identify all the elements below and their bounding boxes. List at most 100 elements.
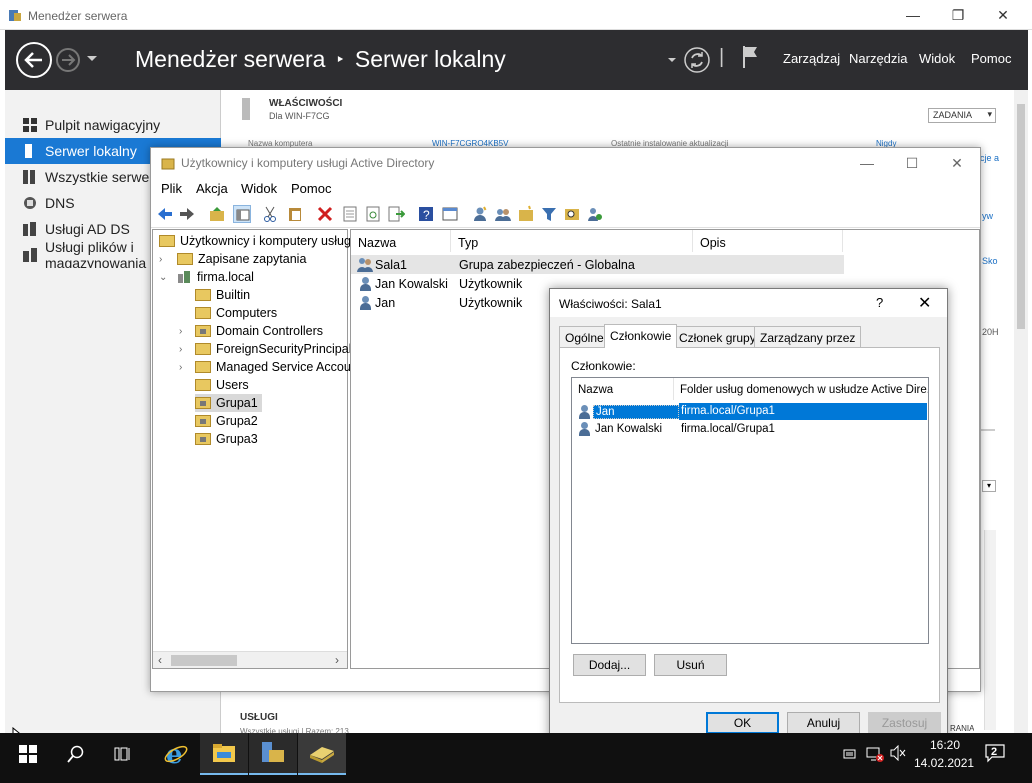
- ad-menu-widok[interactable]: Widok: [241, 181, 277, 196]
- dialog-help-button[interactable]: ?: [876, 295, 883, 310]
- tasks-button[interactable]: ZADANIA ▾: [928, 108, 996, 123]
- cut-icon[interactable]: [261, 205, 279, 223]
- tree-hscrollbar[interactable]: ‹ ›: [153, 651, 347, 668]
- tree-item-builtin[interactable]: Builtin: [195, 286, 250, 304]
- member-row[interactable]: Jan firma.local/Grupa1: [578, 403, 927, 420]
- tab-czlonkowie[interactable]: Członkowie: [604, 324, 678, 348]
- list-row[interactable]: Sala1 Grupa zabezpieczeń - Globalna: [351, 255, 844, 274]
- add-button[interactable]: Dodaj...: [573, 654, 646, 676]
- new-ou-icon[interactable]: [517, 205, 535, 223]
- console-tree-icon[interactable]: [233, 205, 251, 223]
- members-column-name[interactable]: Nazwa: [572, 378, 674, 400]
- tree-item-saved-queries[interactable]: › Zapisane zapytania: [159, 250, 306, 268]
- tree-item-grupa2[interactable]: Grupa2: [195, 412, 258, 430]
- collapse-chevron-icon[interactable]: ⌄: [159, 272, 167, 283]
- start-button[interactable]: [4, 733, 52, 775]
- refresh-icon[interactable]: [683, 46, 711, 74]
- column-header-nazwa[interactable]: Nazwa: [351, 230, 451, 252]
- forward-arrow-icon[interactable]: [55, 47, 81, 73]
- clock-date[interactable]: 14.02.2021: [914, 756, 974, 770]
- scroll-left-icon[interactable]: ‹: [158, 653, 162, 667]
- tab-zarzadzany-przez[interactable]: Zarządzany przez: [754, 326, 862, 347]
- menu-widok[interactable]: Widok: [919, 51, 955, 66]
- volume-muted-icon[interactable]: [889, 745, 907, 761]
- ad-menu-pomoc[interactable]: Pomoc: [291, 181, 331, 196]
- tree-item-foreign-security[interactable]: › ForeignSecurityPrincipals: [179, 340, 358, 358]
- column-header-typ[interactable]: Typ: [451, 230, 693, 252]
- taskbar-file-explorer[interactable]: [200, 733, 248, 775]
- expand-chevron-icon[interactable]: ›: [179, 344, 182, 355]
- refresh-list-icon[interactable]: [364, 205, 382, 223]
- find-icon[interactable]: [563, 205, 581, 223]
- new-user-icon[interactable]: [471, 205, 489, 223]
- network-warning-icon[interactable]: [866, 746, 884, 762]
- console-icon[interactable]: [441, 205, 459, 223]
- filter-icon[interactable]: [540, 205, 558, 223]
- back-arrow-icon[interactable]: [15, 41, 53, 79]
- folder-icon: [195, 379, 211, 391]
- expand-chevron-icon[interactable]: ›: [159, 254, 162, 265]
- minimize-button[interactable]: —: [890, 0, 936, 30]
- tab-ogolne[interactable]: Ogólne: [559, 326, 610, 347]
- member-row[interactable]: Jan Kowalski firma.local/Grupa1: [578, 420, 927, 437]
- delete-icon[interactable]: [316, 205, 334, 223]
- remove-button[interactable]: Usuń: [654, 654, 727, 676]
- cancel-button[interactable]: Anuluj: [787, 712, 860, 734]
- ad-menu-akcja[interactable]: Akcja: [196, 181, 228, 196]
- notifications-flag-icon[interactable]: [740, 44, 762, 70]
- menu-narzedzia[interactable]: Narzędzia: [849, 51, 908, 66]
- new-group-icon[interactable]: [494, 205, 512, 223]
- ok-button[interactable]: OK: [706, 712, 779, 734]
- clock-time[interactable]: 16:20: [930, 738, 960, 752]
- expand-chevron-icon[interactable]: ›: [179, 362, 182, 373]
- ad-maximize-button[interactable]: ☐: [889, 148, 935, 178]
- tree-item-grupa3[interactable]: Grupa3: [195, 430, 258, 448]
- taskbar-server-manager[interactable]: [249, 733, 297, 775]
- ad-minimize-button[interactable]: —: [844, 148, 890, 178]
- properties-icon[interactable]: [341, 205, 359, 223]
- search-icon: [67, 745, 84, 763]
- apply-button[interactable]: Zastosuj: [868, 712, 941, 734]
- network-adapter-icon[interactable]: [843, 746, 859, 760]
- menu-zarzadzaj[interactable]: Zarządzaj: [783, 51, 840, 66]
- up-folder-icon[interactable]: [208, 205, 226, 223]
- column-header-opis[interactable]: Opis: [693, 230, 843, 252]
- breadcrumb-dropdown-icon[interactable]: [667, 57, 677, 64]
- tree-item-domain-controllers[interactable]: › Domain Controllers: [179, 322, 323, 340]
- main-scrollbar[interactable]: [1014, 90, 1028, 733]
- ad-close-button[interactable]: ✕: [934, 148, 980, 178]
- inner-scrollbar[interactable]: [984, 530, 996, 730]
- scroll-right-icon[interactable]: ›: [335, 653, 339, 667]
- nav-pulpit-nawigacyjny[interactable]: Pulpit nawigacyjny: [5, 112, 221, 138]
- menu-pomoc[interactable]: Pomoc: [971, 51, 1011, 66]
- properties-subtitle: Dla WIN-F7CG: [269, 111, 330, 121]
- action-center-button[interactable]: 2: [984, 743, 1008, 765]
- dialog-close-button[interactable]: ✕: [918, 293, 931, 313]
- members-column-folder[interactable]: Folder usług domenowych w usłudze Active…: [674, 378, 928, 400]
- export-list-icon[interactable]: [387, 205, 405, 223]
- breadcrumb-root[interactable]: Menedżer serwera: [135, 46, 325, 73]
- add-to-group-icon[interactable]: [586, 205, 604, 223]
- tree-item-managed-service[interactable]: › Managed Service Accounts: [179, 358, 367, 376]
- taskbar-ad-users[interactable]: [298, 733, 346, 775]
- tree-item-grupa1[interactable]: Grupa1: [195, 394, 262, 412]
- history-dropdown-icon[interactable]: [86, 55, 98, 63]
- restore-button[interactable]: ❐: [935, 0, 981, 30]
- tree-item-domain[interactable]: ⌄ firma.local: [159, 268, 254, 286]
- back-icon[interactable]: [156, 205, 174, 223]
- tab-czlonek-grupy[interactable]: Członek grupy: [673, 326, 762, 347]
- scroll-thumb[interactable]: [171, 655, 237, 666]
- tree-item-computers[interactable]: Computers: [195, 304, 277, 322]
- expand-chevron-icon[interactable]: ›: [179, 326, 182, 337]
- help-icon[interactable]: ?: [417, 205, 435, 223]
- tree-item-users[interactable]: Users: [195, 376, 249, 394]
- panel-dropdown-icon[interactable]: ▾: [982, 480, 996, 492]
- member-folder: firma.local/Grupa1: [679, 403, 927, 420]
- ad-menu-plik[interactable]: Plik: [161, 181, 182, 196]
- forward-icon[interactable]: [178, 205, 196, 223]
- close-button[interactable]: ✕: [980, 0, 1026, 30]
- paste-icon[interactable]: [286, 205, 304, 223]
- search-button[interactable]: [52, 733, 100, 775]
- taskbar-ie[interactable]: e: [152, 733, 200, 775]
- task-view-button[interactable]: [100, 733, 148, 775]
